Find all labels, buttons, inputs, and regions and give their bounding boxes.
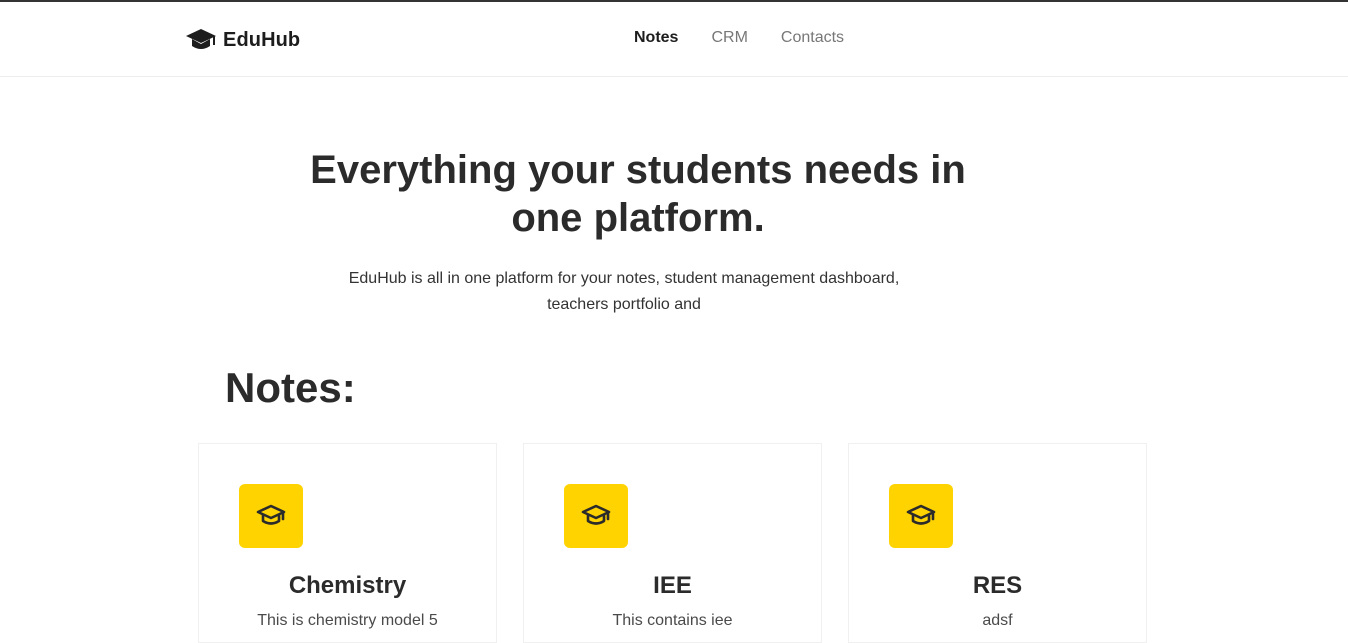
main-nav: Notes CRM Contacts: [634, 29, 877, 47]
card-description: adsf: [982, 612, 1013, 629]
brand-name: EduHub: [223, 28, 301, 51]
graduation-cap-icon: [564, 484, 628, 548]
note-card-res[interactable]: RES adsf: [848, 443, 1147, 643]
note-card-chemistry[interactable]: Chemistry This is chemistry model 5: [198, 443, 497, 643]
graduation-cap-icon: [239, 484, 303, 548]
hero-subtitle: EduHub is all in one platform for your n…: [348, 270, 900, 313]
nav-link-contacts[interactable]: Contacts: [781, 29, 844, 47]
graduation-cap-icon: [185, 27, 217, 53]
card-title: Chemistry: [288, 572, 407, 599]
nav-link-crm[interactable]: CRM: [711, 29, 747, 47]
hero-title-highlight: platform: [593, 196, 754, 243]
graduation-cap-icon: [889, 484, 953, 548]
hero-title-line1: Everything your students needs in: [310, 148, 966, 192]
brand-logo-link[interactable]: EduHub: [185, 26, 300, 54]
notes-heading: Notes:: [225, 364, 356, 411]
card-description: This contains iee: [612, 612, 733, 629]
hero-title-period: .: [753, 196, 765, 240]
card-title: IEE: [653, 572, 692, 599]
nav-link-notes[interactable]: Notes: [634, 29, 678, 47]
note-card-iee[interactable]: IEE This contains iee: [523, 443, 822, 643]
card-title: RES: [972, 572, 1023, 599]
card-description: This is chemistry model 5: [257, 612, 438, 629]
navbar: EduHub Notes CRM Contacts: [0, 2, 1348, 77]
hero-title-line2-start: one: [511, 196, 583, 240]
hero-title: Everything your students needs in one pl…: [0, 146, 1276, 243]
